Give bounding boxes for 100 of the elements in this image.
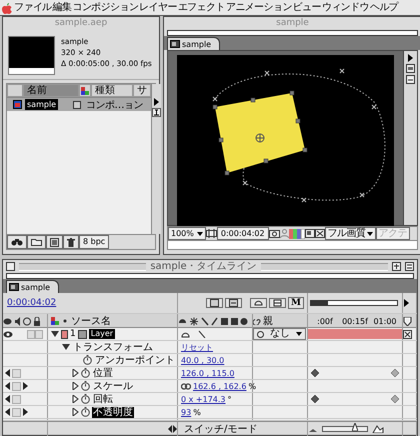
previous-keyframe-icon[interactable] (5, 395, 10, 403)
property-name[interactable]: 位置 (92, 368, 114, 378)
previous-keyframe-icon[interactable] (5, 369, 10, 377)
previous-keyframe-icon[interactable] (5, 408, 10, 416)
column-header[interactable]: 親 (263, 314, 273, 328)
twirl-down-icon[interactable] (51, 331, 59, 337)
zoom-dropdown[interactable]: 100% (168, 227, 206, 240)
property-value[interactable]: 0 x +174.3 (181, 394, 226, 404)
menu-item[interactable]: アニメーション (226, 0, 292, 14)
keyframe-icon[interactable] (391, 395, 399, 403)
property-row[interactable]: 不透明度 93 % (3, 406, 417, 419)
keyframe-checkbox-icon[interactable] (12, 368, 21, 378)
keyframe-icon[interactable] (311, 369, 319, 377)
property-value[interactable]: 40.0 , 30.0 (181, 356, 224, 364)
keyframe-icon[interactable] (391, 369, 399, 377)
frame-blend-button[interactable] (269, 298, 286, 308)
twirl-right-icon[interactable] (72, 395, 79, 403)
keyframe-icon[interactable] (311, 395, 319, 403)
property-name[interactable]: スケール (92, 380, 134, 392)
menu-item[interactable]: ビュー (292, 0, 321, 14)
find-button[interactable] (7, 235, 27, 249)
property-value[interactable]: 126.0 , 115.0 (181, 368, 234, 378)
reset-link[interactable]: リセット (181, 342, 213, 352)
folder-button[interactable] (27, 235, 46, 249)
navigator-fill[interactable] (311, 301, 328, 305)
stopwatch-icon[interactable] (83, 355, 92, 365)
region-icon[interactable] (314, 229, 325, 238)
twirl-right-icon[interactable] (72, 382, 79, 390)
composition-tab[interactable]: sample (167, 37, 220, 50)
bit-depth-button[interactable]: 8 bpc (79, 235, 110, 249)
previous-keyframe-icon[interactable] (5, 382, 10, 390)
trash-button[interactable] (63, 235, 79, 249)
keyframe-checkbox-icon[interactable] (12, 408, 21, 416)
property-name[interactable]: 回転 (92, 394, 114, 404)
keyframe-checkbox-icon[interactable] (12, 394, 21, 404)
column-header[interactable]: ソース名 (71, 314, 111, 328)
menu-item[interactable]: エフェクト (178, 0, 225, 14)
property-row[interactable]: アンカーポイント 40.0 , 30.0 (3, 354, 417, 367)
timeline-tab[interactable]: sample (6, 280, 60, 293)
property-row[interactable]: スケール 162.6 , 162.6 % (3, 380, 417, 393)
twirl-down-icon[interactable] (62, 343, 70, 351)
quality-switch-icon[interactable] (198, 330, 206, 338)
project-item-row[interactable]: sample コンポ…ョン (7, 98, 151, 111)
collapse-icon[interactable] (392, 262, 402, 271)
layer-shape[interactable] (212, 90, 308, 176)
close-icon[interactable] (6, 262, 15, 271)
triangle-right-icon[interactable] (407, 54, 414, 62)
person-icon[interactable] (280, 229, 289, 238)
label-color-swatch[interactable] (61, 330, 68, 338)
safe-area-icon[interactable] (206, 229, 217, 238)
property-value[interactable]: 93 (181, 408, 192, 416)
shy-switch-icon[interactable] (181, 330, 190, 338)
time-navigator-slider[interactable] (310, 300, 398, 306)
stopwatch-icon[interactable] (81, 368, 90, 378)
color-channels-icon[interactable] (288, 228, 305, 238)
expand-panes-icon[interactable] (168, 425, 177, 433)
zoom-in-icon[interactable] (372, 425, 384, 433)
next-keyframe-icon[interactable] (23, 408, 28, 416)
transparency-icon[interactable] (304, 229, 315, 238)
window-icon[interactable] (406, 75, 415, 84)
menu-item[interactable]: レイヤー (139, 0, 177, 14)
menu-item[interactable]: ファイル (14, 0, 52, 14)
triangle-right-icon[interactable] (153, 98, 160, 106)
menu-item[interactable]: ヘルプ (370, 0, 398, 14)
quality-dropdown[interactable]: フル画質 (324, 227, 376, 240)
anchor-point-icon[interactable] (256, 134, 264, 142)
property-row[interactable]: 回転 0 x +174.3 ° (3, 393, 417, 406)
window-icon[interactable] (406, 64, 415, 73)
switch-box-icon[interactable] (27, 330, 43, 338)
stopwatch-icon[interactable] (81, 407, 90, 417)
stopwatch-icon[interactable] (81, 381, 90, 391)
chain-link-icon[interactable] (181, 382, 191, 390)
column-header[interactable]: 種類 (91, 84, 133, 97)
menu-item[interactable]: 編集 (52, 0, 72, 14)
next-keyframe-icon[interactable] (23, 382, 28, 390)
twirl-right-icon[interactable] (72, 369, 79, 377)
motion-path[interactable] (212, 68, 386, 202)
camera-icon[interactable] (268, 229, 280, 238)
menu-item[interactable]: コンポジション (72, 0, 138, 14)
property-name[interactable]: 不透明度 (92, 406, 134, 418)
time-zoom-slider[interactable] (322, 426, 368, 432)
slider-thumb[interactable] (352, 423, 358, 431)
new-composition-button[interactable] (46, 235, 63, 249)
time-marker-icon[interactable] (403, 316, 412, 326)
marker-button[interactable]: M (288, 297, 304, 309)
time-display[interactable]: 0:00:04:02 (216, 227, 269, 240)
stopwatch-icon[interactable] (81, 394, 90, 404)
property-name[interactable]: アンカーポイント (94, 354, 176, 366)
layer-name[interactable]: Layer (88, 329, 116, 339)
triangle-right-icon[interactable] (403, 299, 410, 307)
zoom-icon[interactable] (405, 262, 414, 271)
switches-modes-toggle[interactable]: スイッチ/モード (184, 422, 258, 436)
current-time[interactable]: 0:00:04:02 (3, 298, 56, 308)
eye-icon[interactable] (3, 330, 13, 338)
twirl-right-icon[interactable] (72, 408, 79, 416)
column-header[interactable]: 名前 (23, 84, 79, 97)
menu-item[interactable]: ウィンドウ (322, 0, 369, 14)
column-header[interactable]: サ (133, 84, 151, 97)
keyframe-checkbox-icon[interactable] (12, 382, 21, 390)
property-value[interactable]: 162.6 , 162.6 (193, 382, 246, 390)
